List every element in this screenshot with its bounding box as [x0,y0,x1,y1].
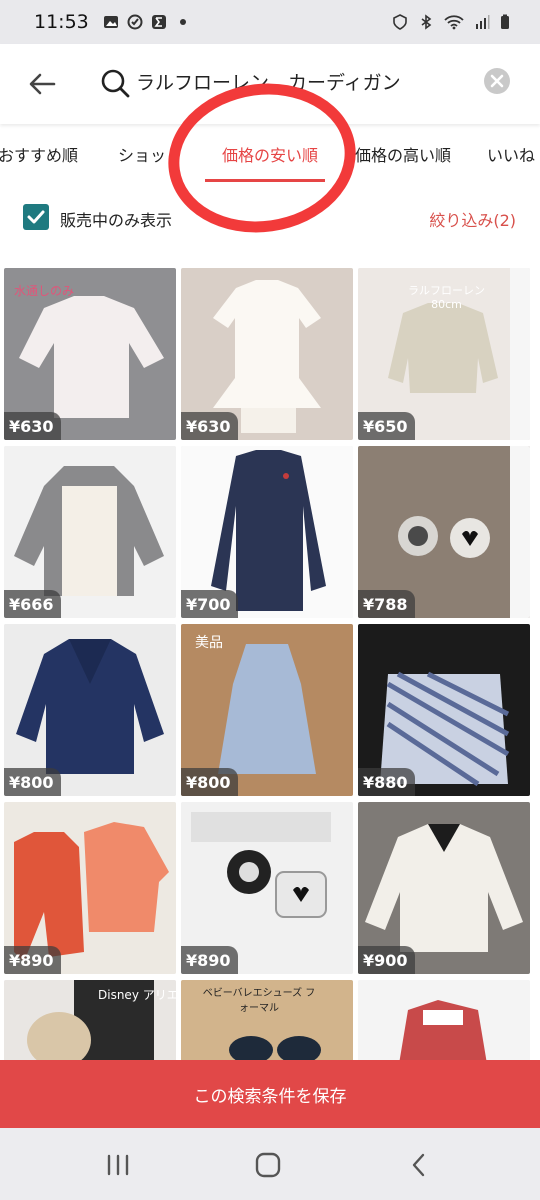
on-sale-only-label: 販売中のみ表示 [60,211,173,230]
item-price: ¥800 [181,768,238,796]
item-price: ¥630 [181,412,238,440]
item-price: ¥630 [4,412,61,440]
item-overlay-text: 水通しのみ [14,284,75,298]
tab-price-low[interactable]: 価格の安い順 [222,142,318,166]
active-tab-indicator [205,179,325,182]
status-right-icons [392,14,510,30]
signal-icon [476,15,490,29]
item-overlay-text: ベビーバレエシューズ フォーマル [202,988,316,1014]
item-price: ¥700 [181,590,238,618]
sort-tabs: おすすめ順 ショップ 価格の安い順 価格の高い順 いいね [0,128,540,184]
item-price: ¥650 [358,412,415,440]
bluetooth-icon [421,14,432,30]
back-arrow-icon[interactable] [26,68,58,100]
checkmark-icon [27,210,45,224]
search-input[interactable]: ラルフローレン カーディガン [136,68,466,95]
item-price: ¥880 [358,768,415,796]
tab-likes[interactable]: いいね [487,142,535,166]
item-overlay-text: ラルフローレン 80cm [408,284,485,311]
dot-icon [179,19,186,25]
product-card[interactable]: ラルフローレン 80cm ¥650 [358,268,530,440]
status-time: 11:53 [34,11,89,33]
save-search-button[interactable]: この検索条件を保存 [0,1060,540,1128]
item-price: ¥666 [4,590,61,618]
status-bar: 11:53 [0,0,540,44]
product-card[interactable]: 美品 ¥800 [181,624,353,796]
refine-filter-link[interactable]: 絞り込み(2) [429,207,516,231]
product-card[interactable]: ¥890 [4,802,176,974]
home-icon[interactable] [253,1150,283,1180]
sigma-icon [151,15,166,29]
product-card[interactable]: ¥900 [358,802,530,974]
item-price: ¥890 [181,946,238,974]
status-left-icons [103,14,191,30]
battery-icon [501,14,509,29]
product-card[interactable]: ¥890 [181,802,353,974]
item-overlay-text: Disney アリエル [98,988,176,1002]
recent-apps-icon[interactable] [103,1150,133,1180]
item-price: ¥788 [358,590,415,618]
save-search-label: この検索条件を保存 [193,1086,347,1107]
search-header: ラルフローレン カーディガン [0,44,540,124]
close-icon [490,74,504,88]
product-card[interactable]: ¥630 [181,268,353,440]
tab-shop[interactable]: ショップ [118,142,166,166]
image-icon [103,16,118,28]
clear-search-button[interactable] [484,68,510,94]
filter-row: 販売中のみ表示 絞り込み(2) [0,196,540,240]
tab-recommended[interactable]: おすすめ順 [0,142,78,166]
product-card[interactable]: ¥880 [358,624,530,796]
product-card[interactable]: ¥666 [4,446,176,618]
back-icon[interactable] [404,1150,434,1180]
wifi-icon [444,15,464,30]
tab-price-high[interactable]: 価格の高い順 [355,142,451,166]
system-nav-bar [0,1128,540,1200]
item-price: ¥900 [358,946,415,974]
item-price: ¥890 [4,946,61,974]
item-price: ¥800 [4,768,61,796]
product-card[interactable]: 水通しのみ ¥630 [4,268,176,440]
product-card[interactable]: ¥788 [358,446,530,618]
on-sale-only-checkbox[interactable] [23,204,49,230]
search-icon [101,69,130,98]
check-circle-icon [127,14,143,30]
item-overlay-text: 美品 [195,635,223,651]
product-card[interactable]: ¥700 [181,446,353,618]
product-card[interactable]: ¥800 [4,624,176,796]
shield-icon [393,14,407,30]
